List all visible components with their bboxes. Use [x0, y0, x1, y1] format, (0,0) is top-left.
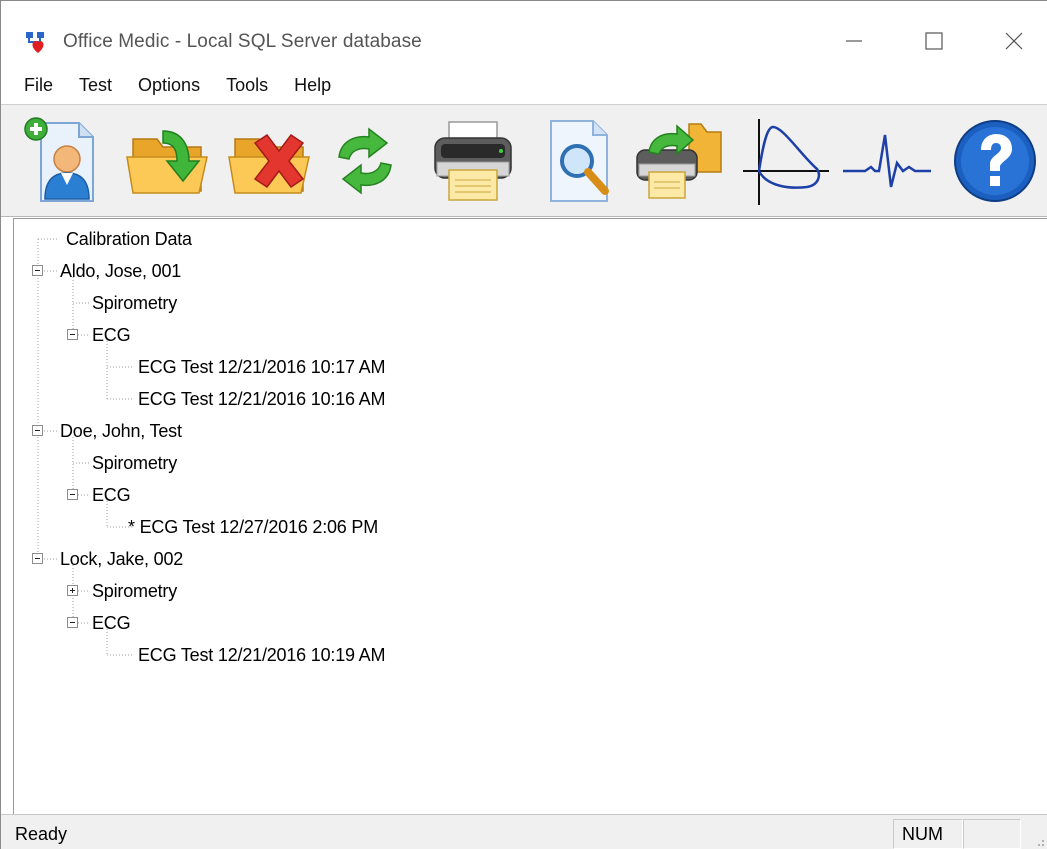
tree-node-patient-lock[interactable]: Lock, Jake, 002: [60, 548, 183, 570]
tree-node-lock-ecg[interactable]: ECG: [92, 612, 131, 634]
tree-node-calibration-data[interactable]: Calibration Data: [66, 228, 192, 250]
collapse-toggle-lock-ecg[interactable]: [67, 617, 78, 628]
tree-node-doe-ecg-test-1[interactable]: * ECG Test 12/27/2016 2:06 PM: [128, 516, 378, 538]
close-button[interactable]: [991, 21, 1037, 61]
tree-node-aldo-spirometry[interactable]: Spirometry: [92, 292, 177, 314]
maximize-icon: [925, 32, 943, 50]
window-title: Office Medic - Local SQL Server database: [63, 31, 422, 52]
menu-file[interactable]: File: [11, 75, 66, 96]
minimize-icon: [846, 40, 862, 42]
tree-node-patient-aldo[interactable]: Aldo, Jose, 001: [60, 260, 181, 282]
delete-icon: [228, 133, 310, 194]
app-logo-icon: [26, 32, 44, 53]
print-to-file-icon: [636, 123, 722, 199]
collapse-toggle-doe[interactable]: [32, 425, 43, 436]
open-button[interactable]: [121, 113, 217, 209]
expand-toggle-lock-spirometry[interactable]: [67, 585, 78, 596]
open-folder-icon: [126, 130, 208, 194]
refresh-button[interactable]: [317, 113, 413, 209]
print-to-file-button[interactable]: [629, 113, 725, 209]
tree-node-doe-ecg[interactable]: ECG: [92, 484, 131, 506]
status-pane-blank: [963, 819, 1021, 849]
print-preview-icon: [550, 120, 609, 202]
menu-tools[interactable]: Tools: [213, 75, 281, 96]
tree-node-doe-spirometry[interactable]: Spirometry: [92, 452, 177, 474]
tree-node-lock-spirometry[interactable]: Spirometry: [92, 580, 177, 602]
collapse-toggle-aldo[interactable]: [32, 265, 43, 276]
print-button[interactable]: [425, 113, 521, 209]
tree-connector-lines: [37, 238, 132, 656]
help-button[interactable]: [947, 113, 1043, 209]
patient-tree: Calibration Data Aldo, Jose, 001 Spirome…: [13, 218, 1047, 814]
app-window: Office Medic - Local SQL Server database…: [0, 0, 1047, 849]
menu-test[interactable]: Test: [66, 75, 125, 96]
tree-node-aldo-ecg[interactable]: ECG: [92, 324, 131, 346]
menu-options[interactable]: Options: [125, 75, 213, 96]
close-icon: [1005, 32, 1023, 50]
new-patient-icon: [24, 117, 94, 202]
status-bar: Ready NUM: [1, 814, 1047, 849]
spirometry-loop-icon: [743, 119, 829, 205]
new-patient-button[interactable]: [17, 113, 113, 209]
resize-grip-icon[interactable]: [1030, 832, 1046, 848]
collapse-toggle-doe-ecg[interactable]: [67, 489, 78, 500]
help-icon: [954, 120, 1036, 202]
collapse-toggle-lock[interactable]: [32, 553, 43, 564]
num-lock-indicator: NUM: [893, 819, 963, 849]
tree-node-aldo-ecg-test-1[interactable]: ECG Test 12/21/2016 10:17 AM: [138, 356, 385, 378]
maximize-button[interactable]: [911, 21, 957, 61]
status-text: Ready: [15, 824, 68, 844]
minimize-button[interactable]: [831, 21, 877, 61]
spirometry-loop-button[interactable]: [737, 113, 833, 209]
menu-help[interactable]: Help: [281, 75, 344, 96]
menu-bar: File Test Options Tools Help: [1, 67, 1047, 105]
collapse-toggle-aldo-ecg[interactable]: [67, 329, 78, 340]
tree-node-lock-ecg-test-1[interactable]: ECG Test 12/21/2016 10:19 AM: [138, 644, 385, 666]
toolbar: [1, 105, 1047, 217]
print-preview-button[interactable]: [533, 113, 629, 209]
ecg-waveform-icon: [843, 134, 931, 188]
tree-node-patient-doe[interactable]: Doe, John, Test: [60, 420, 182, 442]
ecg-waveform-button[interactable]: [839, 113, 935, 209]
refresh-icon: [338, 127, 392, 195]
delete-button[interactable]: [223, 113, 319, 209]
print-icon: [434, 121, 512, 201]
title-bar: Office Medic - Local SQL Server database: [1, 1, 1047, 65]
tree-node-aldo-ecg-test-2[interactable]: ECG Test 12/21/2016 10:16 AM: [138, 388, 385, 410]
